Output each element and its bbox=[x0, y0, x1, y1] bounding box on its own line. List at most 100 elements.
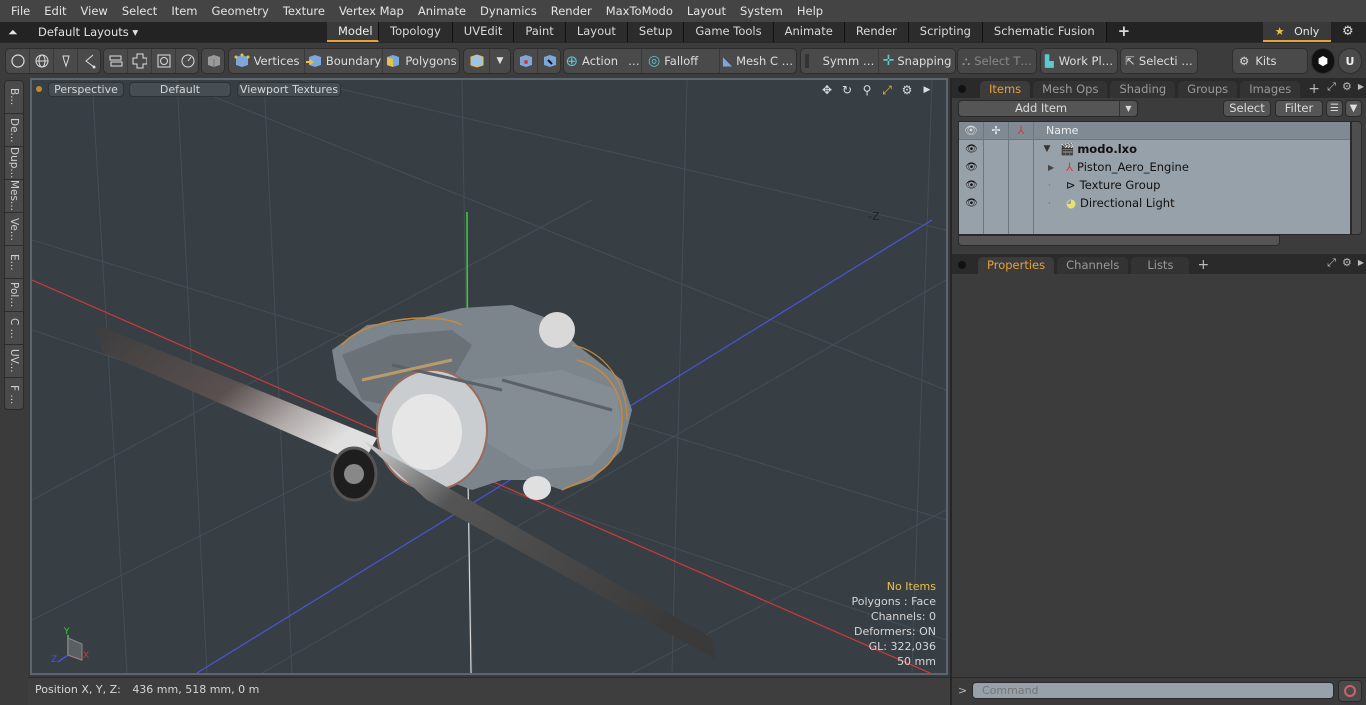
menu-file[interactable]: File bbox=[4, 0, 37, 22]
menu-help[interactable]: Help bbox=[790, 0, 830, 22]
vertical-scrollbar[interactable] bbox=[1351, 121, 1362, 235]
menu-edit[interactable]: Edit bbox=[37, 0, 73, 22]
snapping-button[interactable]: ✛ Snapping bbox=[879, 49, 955, 73]
cross-box-icon[interactable] bbox=[128, 49, 152, 73]
name-column-header[interactable]: Name bbox=[1034, 122, 1078, 139]
tab-schematic-fusion[interactable]: Schematic Fusion bbox=[982, 22, 1107, 42]
action-center-button[interactable]: ⊕ Action… bbox=[564, 49, 642, 73]
item-cube-icon[interactable] bbox=[202, 49, 224, 73]
vtab-basic[interactable]: B... bbox=[5, 81, 23, 114]
tab-paint[interactable]: Paint bbox=[514, 22, 566, 42]
kits-button[interactable]: ⚙ Kits bbox=[1233, 49, 1307, 73]
expand-arrow-icon[interactable]: ▼ bbox=[1038, 144, 1056, 154]
rotate-view-icon[interactable]: ↻ bbox=[840, 83, 854, 97]
expand-arrow-icon[interactable]: ▶ bbox=[1048, 163, 1066, 172]
select-through-button[interactable]: ⛬ Select T… bbox=[958, 49, 1036, 73]
menu-system[interactable]: System bbox=[733, 0, 790, 22]
boundary-button[interactable]: Boundary bbox=[305, 49, 383, 73]
material-cube-icon[interactable] bbox=[464, 49, 490, 73]
menu-animate[interactable]: Animate bbox=[411, 0, 473, 22]
menu-dynamics[interactable]: Dynamics bbox=[473, 0, 544, 22]
pivot-action-icon[interactable] bbox=[538, 49, 562, 73]
vtab-polygon[interactable]: Pol... bbox=[5, 279, 23, 312]
tab-model[interactable]: Model bbox=[327, 22, 379, 42]
menu-item[interactable]: Item bbox=[164, 0, 204, 22]
viewport-gear-icon[interactable]: ⚙ bbox=[900, 83, 914, 97]
dial-icon[interactable] bbox=[176, 49, 200, 73]
tab-images[interactable]: Images bbox=[1240, 81, 1301, 98]
default-layouts-dropdown[interactable]: Default Layouts ▾ bbox=[38, 22, 138, 42]
horizontal-scrollbar[interactable] bbox=[958, 235, 1280, 246]
expand-panel-icon[interactable]: ⤢ bbox=[1327, 256, 1336, 270]
locator-header-icon[interactable]: ⅄ bbox=[1009, 122, 1034, 139]
vtab-duplicate[interactable]: Dup... bbox=[5, 147, 23, 180]
pen-tool-icon[interactable] bbox=[54, 49, 78, 73]
tree-row-light[interactable]: 👁 · ◕ Directional Light bbox=[959, 194, 1350, 212]
chevron-down-icon[interactable]: ▼ bbox=[490, 49, 510, 73]
vtab-deform[interactable]: De... bbox=[5, 114, 23, 147]
panel-dot-icon[interactable] bbox=[958, 85, 966, 93]
filter-funnel-icon[interactable]: ▼ bbox=[1345, 100, 1362, 117]
panel-dot-icon[interactable] bbox=[958, 261, 966, 269]
collapse-up-icon[interactable]: ⏶ bbox=[8, 22, 18, 42]
gear-icon[interactable]: ⚙ bbox=[1342, 22, 1354, 42]
menu-geometry[interactable]: Geometry bbox=[205, 0, 276, 22]
add-panel-tab-icon[interactable]: + bbox=[1308, 81, 1320, 98]
viewport-menu-arrow-icon[interactable]: ▶ bbox=[920, 83, 934, 97]
add-item-button[interactable]: Add Item ▼ bbox=[958, 100, 1138, 117]
unreal-button[interactable]: U bbox=[1338, 48, 1362, 74]
visibility-eye-icon[interactable]: 👁 bbox=[959, 180, 984, 191]
3d-viewport[interactable]: -Z Y X Z Perspective Default Viewport Te… bbox=[30, 78, 948, 675]
tab-mesh-ops[interactable]: Mesh Ops bbox=[1033, 81, 1108, 98]
tab-setup[interactable]: Setup bbox=[627, 22, 685, 42]
tab-layout[interactable]: Layout bbox=[565, 22, 628, 42]
falloff-button[interactable]: ◎ Falloff bbox=[642, 49, 720, 73]
panel-menu-arrow-icon[interactable]: ▶ bbox=[1358, 80, 1364, 94]
maximize-view-icon[interactable]: ⤢ bbox=[880, 83, 894, 97]
panel-menu-arrow-icon[interactable]: ▶ bbox=[1358, 256, 1364, 270]
tree-row-scene[interactable]: 👁 ▼ 🎬 modo.lxo bbox=[959, 140, 1350, 158]
panel-gear-icon[interactable]: ⚙ bbox=[1342, 256, 1352, 270]
tree-row-texture-group[interactable]: 👁 · ⊳ Texture Group bbox=[959, 176, 1350, 194]
filter-button[interactable]: Filter bbox=[1275, 100, 1323, 117]
vtab-vertex[interactable]: Ve... bbox=[5, 213, 23, 246]
menu-render[interactable]: Render bbox=[544, 0, 599, 22]
vtab-edge[interactable]: E... bbox=[5, 246, 23, 279]
tab-uvedit[interactable]: UVEdit bbox=[452, 22, 515, 42]
visibility-header-eye-icon[interactable]: 👁 bbox=[959, 122, 984, 139]
command-input[interactable] bbox=[972, 682, 1334, 699]
add-panel-tab-icon[interactable]: + bbox=[1197, 257, 1209, 274]
path-tool-icon[interactable] bbox=[78, 49, 102, 73]
work-plane-button[interactable]: ▙ Work Pl… bbox=[1041, 49, 1117, 73]
tab-topology[interactable]: Topology bbox=[379, 22, 453, 42]
select-button[interactable]: Select bbox=[1223, 100, 1271, 117]
viewport-textures-dropdown[interactable]: Viewport Textures bbox=[237, 82, 341, 97]
tab-animate[interactable]: Animate bbox=[773, 22, 845, 42]
menu-vertex-map[interactable]: Vertex Map bbox=[332, 0, 411, 22]
globe-icon[interactable] bbox=[30, 49, 54, 73]
symmetry-button[interactable]: Symm … bbox=[801, 49, 879, 73]
tab-properties[interactable]: Properties bbox=[978, 257, 1055, 274]
add-tab-button[interactable]: + bbox=[1107, 22, 1142, 42]
lock-header-icon[interactable]: ✢ bbox=[984, 122, 1009, 139]
polygons-button[interactable]: Polygons bbox=[383, 49, 459, 73]
only-toggle[interactable]: ★ Only bbox=[1263, 22, 1331, 42]
menu-maxtomodo[interactable]: MaxToModo bbox=[599, 0, 680, 22]
mesh-constraint-button[interactable]: ◣ Mesh C … bbox=[720, 49, 796, 73]
move-view-icon[interactable]: ✥ bbox=[820, 83, 834, 97]
vtab-curve[interactable]: C ... bbox=[5, 312, 23, 345]
vtab-fusion[interactable]: F ... bbox=[5, 378, 23, 411]
vertices-button[interactable]: Vertices bbox=[229, 49, 305, 73]
tab-game-tools[interactable]: Game Tools bbox=[684, 22, 774, 42]
tab-groups[interactable]: Groups bbox=[1178, 81, 1238, 98]
vtab-mesh-edit[interactable]: Mes... bbox=[5, 180, 23, 213]
pivot-center-icon[interactable] bbox=[514, 49, 538, 73]
viewport-indicator-icon[interactable] bbox=[36, 86, 42, 92]
visibility-eye-icon[interactable]: 👁 bbox=[959, 144, 984, 155]
add-item-chevron-icon[interactable]: ▼ bbox=[1119, 101, 1137, 116]
tab-items[interactable]: Items bbox=[980, 81, 1031, 98]
tab-scripting[interactable]: Scripting bbox=[908, 22, 983, 42]
view-mode-dropdown[interactable]: Perspective bbox=[48, 82, 124, 97]
menu-select[interactable]: Select bbox=[115, 0, 164, 22]
square-circle-icon[interactable] bbox=[152, 49, 176, 73]
